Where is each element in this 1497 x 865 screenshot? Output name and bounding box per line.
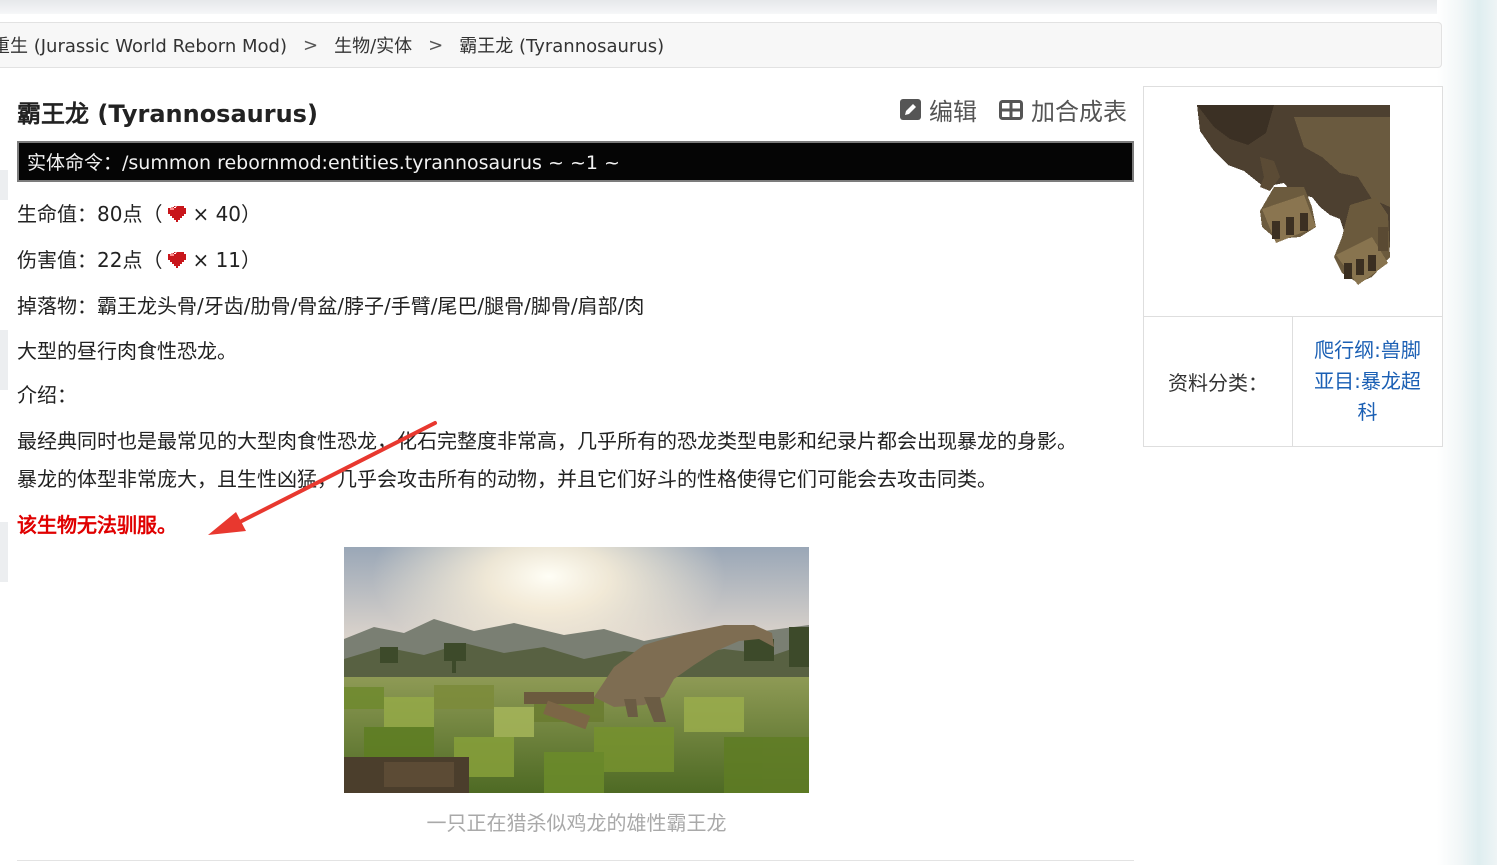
health-line: 生命值：80点（ × 40） — [17, 198, 261, 227]
entity-command-box[interactable]: 实体命令：/summon rebornmod:entities.tyrannos… — [17, 141, 1134, 182]
edit-icon — [900, 99, 921, 120]
image-caption: 一只正在猎杀似鸡龙的雄性霸王龙 — [426, 811, 727, 835]
tame-note: 该生物无法驯服。 — [17, 513, 177, 537]
breadcrumb-item-current: 霸王龙 (Tyrannosaurus) — [459, 36, 665, 57]
section-divider — [17, 860, 1134, 861]
heart-icon — [168, 252, 187, 268]
hunting-scene-image[interactable] — [344, 547, 809, 793]
left-edge-tab — [0, 330, 8, 390]
infobox-value-classification-link[interactable]: 爬行纲:兽脚亚目:暴龙超科 — [1293, 317, 1442, 446]
breadcrumb-separator: > — [428, 34, 444, 56]
intro-paragraph-line-1: 最经典同时也是最常见的大型肉食性恐龙，化石完整度非常高，几乎所有的恐龙类型电影和… — [17, 429, 1077, 453]
health-multiplier: × 40） — [192, 202, 262, 226]
scene-graphic — [344, 547, 809, 793]
damage-multiplier: × 11） — [192, 248, 262, 272]
tyrannosaurus-model-graphic — [1197, 105, 1390, 285]
intro-label: 介绍： — [17, 383, 77, 407]
damage-line: 伤害值：22点（ × 11） — [17, 244, 261, 273]
left-edge-tab — [0, 170, 8, 200]
entity-command-text: 实体命令：/summon rebornmod:entities.tyrannos… — [27, 152, 620, 174]
breadcrumb-item-entities[interactable]: 生物/实体 — [334, 32, 412, 58]
add-recipe-button-label: 加合成表 — [1031, 98, 1127, 126]
breadcrumb: 重生 (Jurassic World Reborn Mod) > 生物/实体 >… — [0, 22, 1442, 68]
health-text: 生命值：80点（ — [17, 202, 163, 226]
add-recipe-button[interactable]: 加合成表 — [999, 92, 1127, 127]
infobox-entity-image[interactable] — [1144, 87, 1442, 317]
heart-icon — [168, 206, 187, 222]
damage-text: 伤害值：22点（ — [17, 248, 163, 272]
page-backdrop — [1437, 0, 1497, 865]
infobox-label-classification: 资料分类： — [1144, 317, 1293, 446]
table-icon — [999, 99, 1023, 120]
page-title: 霸王龙 (Tyrannosaurus) — [17, 100, 318, 128]
breadcrumb-separator: > — [303, 34, 319, 56]
infobox: 资料分类： 爬行纲:兽脚亚目:暴龙超科 — [1143, 86, 1443, 447]
page-actions: 编辑 加合成表 — [878, 92, 1127, 127]
edit-button-label: 编辑 — [929, 98, 977, 126]
breadcrumb-item-mod[interactable]: 重生 (Jurassic World Reborn Mod) — [0, 32, 287, 58]
window-top-shade — [0, 0, 1497, 14]
summary-text: 大型的昼行肉食性恐龙。 — [17, 339, 237, 363]
intro-paragraph-line-2: 暴龙的体型非常庞大，且生性凶猛，几乎会攻击所有的动物，并且它们好斗的性格使得它们… — [17, 467, 997, 491]
drops-line: 掉落物：霸王龙头骨/牙齿/肋骨/骨盆/脖子/手臂/尾巴/腿骨/脚骨/肩部/肉 — [17, 294, 645, 318]
left-edge-tab — [0, 522, 8, 582]
edit-button[interactable]: 编辑 — [900, 92, 977, 127]
